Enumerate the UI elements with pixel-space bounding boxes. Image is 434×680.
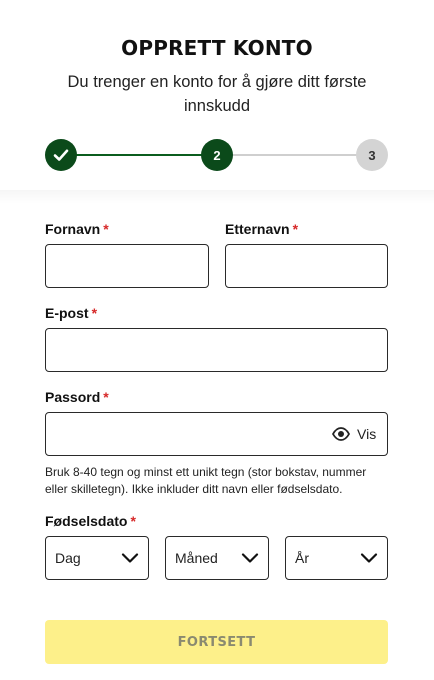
- stepper-track-completed: [61, 154, 217, 156]
- birthdate-label-text: Fødselsdato: [45, 513, 128, 529]
- chevron-down-icon: [241, 553, 259, 563]
- required-marker: *: [130, 513, 136, 529]
- step-2-active: 2: [201, 139, 233, 171]
- password-label-text: Passord: [45, 389, 101, 405]
- email-label: E-post *: [45, 305, 97, 321]
- required-marker: *: [103, 221, 109, 237]
- step-3-upcoming: 3: [356, 139, 388, 171]
- email-label-text: E-post: [45, 305, 89, 321]
- stepper-track-upcoming: [233, 154, 372, 156]
- progress-stepper: 2 3: [45, 139, 388, 171]
- show-password-toggle[interactable]: Vis: [332, 424, 376, 444]
- first-name-label: Fornavn *: [45, 221, 109, 237]
- show-password-label: Vis: [357, 426, 377, 442]
- last-name-label: Etternavn *: [225, 221, 298, 237]
- last-name-label-text: Etternavn: [225, 221, 290, 237]
- required-marker: *: [292, 221, 299, 237]
- continue-button[interactable]: FORTSETT: [45, 620, 388, 664]
- required-marker: *: [103, 389, 109, 405]
- email-input[interactable]: [45, 328, 388, 372]
- birthdate-label: Fødselsdato *: [45, 513, 136, 529]
- year-select-value: År: [295, 550, 309, 566]
- password-label: Passord *: [45, 389, 109, 405]
- chevron-down-icon: [121, 553, 139, 563]
- section-divider: [0, 190, 434, 204]
- checkmark-icon: [53, 149, 69, 161]
- day-select[interactable]: Dag: [45, 536, 149, 580]
- required-marker: *: [91, 305, 98, 321]
- last-name-input[interactable]: [225, 244, 388, 288]
- eye-icon: [332, 427, 350, 441]
- first-name-input[interactable]: [45, 244, 209, 288]
- year-select[interactable]: År: [285, 536, 388, 580]
- month-select-value: Måned: [175, 550, 218, 566]
- day-select-value: Dag: [55, 550, 81, 566]
- first-name-label-text: Fornavn: [45, 221, 101, 237]
- chevron-down-icon: [360, 553, 378, 563]
- step-1-completed: [45, 139, 77, 171]
- month-select[interactable]: Måned: [165, 536, 269, 580]
- password-help-text: Bruk 8-40 tegn og minst ett unikt tegn (…: [45, 465, 367, 496]
- page-subtitle: Du trenger en konto for å gjøre ditt før…: [67, 73, 367, 115]
- page-title: OPPRETT KONTO: [121, 36, 313, 60]
